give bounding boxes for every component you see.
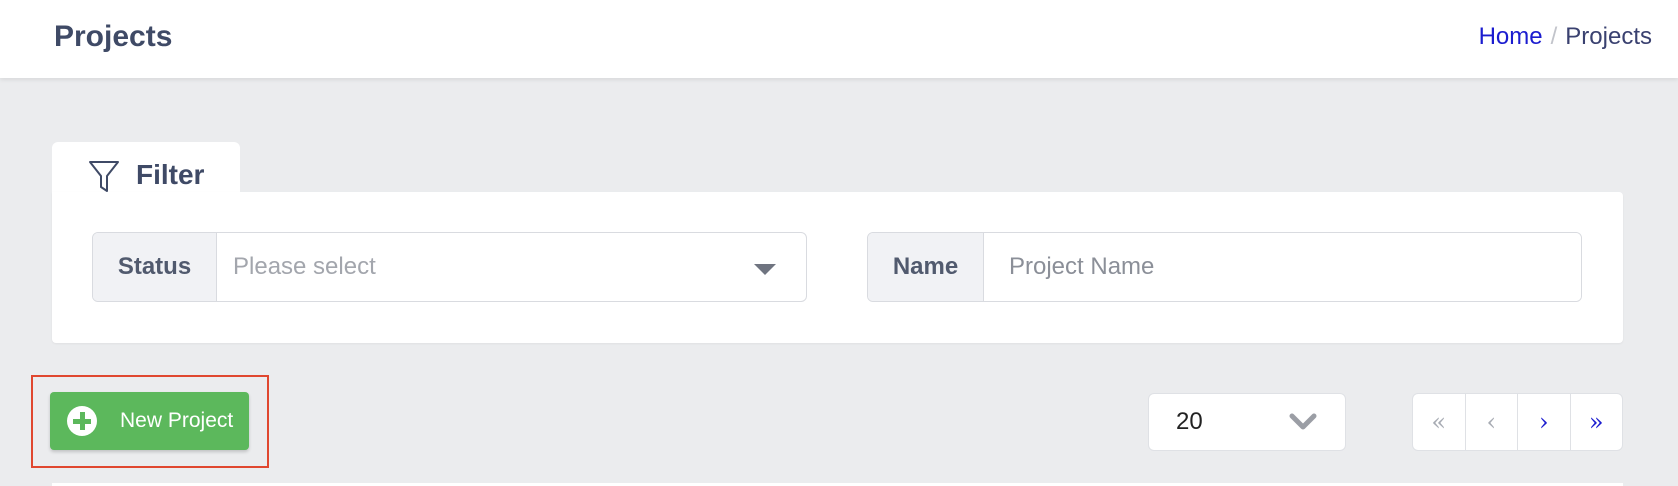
page-size-select[interactable]: 20 <box>1148 393 1346 451</box>
filter-icon <box>89 161 119 192</box>
last-page-button[interactable]: » <box>1571 394 1623 450</box>
pagination: « ‹ › » <box>1412 393 1623 451</box>
filter-tab[interactable]: Filter <box>52 142 240 198</box>
project-name-input[interactable] <box>984 233 1581 301</box>
caret-down-icon <box>754 264 776 275</box>
breadcrumb-current: Projects <box>1565 23 1652 50</box>
name-input-wrapper <box>984 233 1581 301</box>
status-label: Status <box>93 233 217 301</box>
plus-circle-icon <box>67 406 97 436</box>
first-page-button[interactable]: « <box>1413 394 1466 450</box>
new-project-button-label: New Project <box>120 409 234 432</box>
breadcrumb-home-link[interactable]: Home <box>1479 23 1543 50</box>
name-label: Name <box>868 233 984 301</box>
chevron-down-icon <box>1289 413 1317 430</box>
status-select[interactable]: Please select <box>217 233 806 301</box>
next-page-button[interactable]: › <box>1518 394 1571 450</box>
page-title: Projects <box>54 20 173 53</box>
status-select-placeholder: Please select <box>233 253 376 280</box>
breadcrumb: Home / Projects <box>1479 23 1652 51</box>
status-filter: Status Please select <box>92 232 807 302</box>
page-size-value: 20 <box>1176 408 1203 435</box>
top-bar: Projects Home / Projects <box>0 0 1678 78</box>
previous-page-button[interactable]: ‹ <box>1466 394 1518 450</box>
name-filter: Name <box>867 232 1582 302</box>
breadcrumb-separator: / <box>1550 23 1558 50</box>
filter-tab-label: Filter <box>136 159 205 190</box>
new-project-button[interactable]: New Project <box>50 392 249 450</box>
